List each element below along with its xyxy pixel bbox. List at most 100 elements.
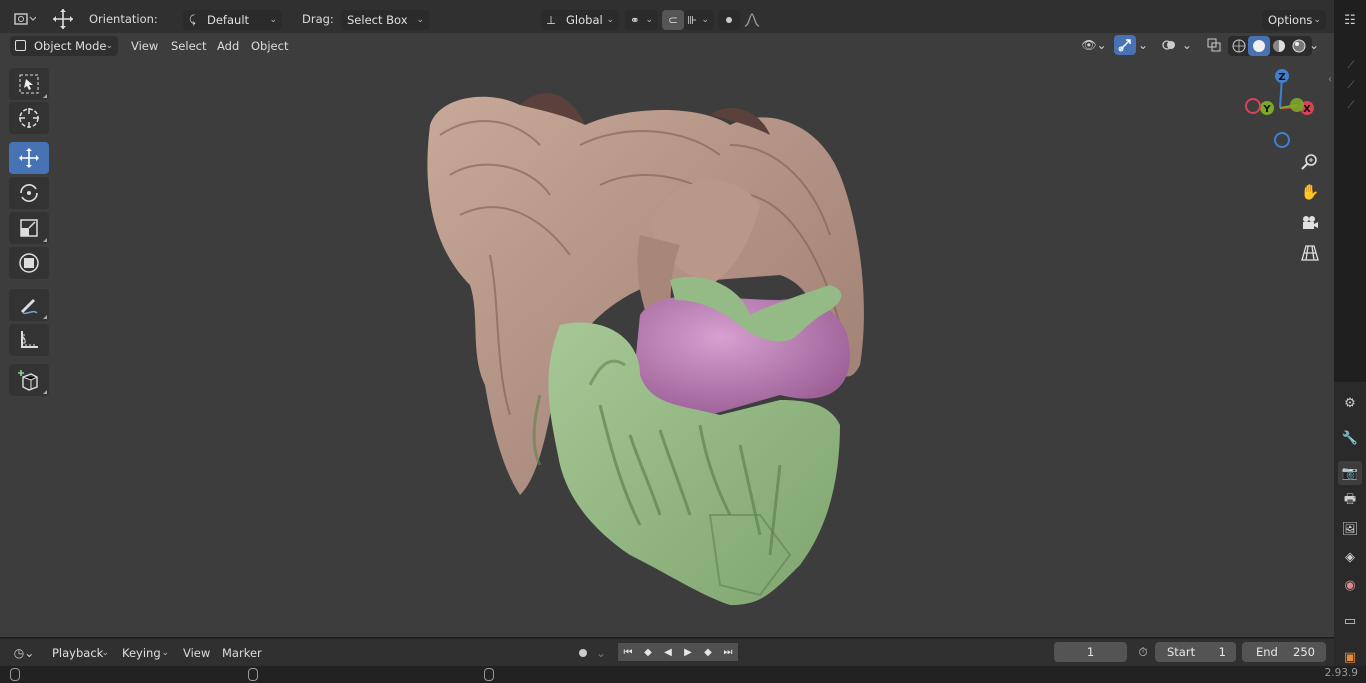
menu-object[interactable]: Object — [245, 36, 294, 56]
measure-tool[interactable] — [9, 324, 49, 356]
chevron-down-icon[interactable]: ⌄ — [594, 643, 608, 663]
playback-label: Playback — [52, 646, 104, 660]
move-tool[interactable] — [9, 142, 49, 174]
chevron-down-icon: ⌄ — [269, 15, 277, 25]
mouse-right-icon — [484, 668, 494, 681]
snap-icon: ⊪ — [687, 13, 698, 27]
perspective-grid-icon[interactable] — [1296, 239, 1324, 267]
start-frame-field[interactable]: Start 1 — [1155, 642, 1236, 662]
collection-icon[interactable]: ▭ — [1338, 609, 1362, 633]
menu-select[interactable]: Select — [165, 36, 212, 56]
next-keyframe-icon[interactable]: ◆ — [698, 643, 718, 661]
global-axis-icon: ⊥ — [546, 13, 557, 27]
transform-orientation-dropdown[interactable]: ⊥ Global ⌄ — [541, 10, 619, 30]
chevron-down-icon[interactable]: ⌄ — [1180, 35, 1194, 55]
viewport-header: Object Mode ⌄ View Select Add Object 👁⌄ … — [0, 33, 1334, 58]
keying-menu[interactable]: Keying ⌄ — [116, 643, 174, 663]
y-axis-label: Y — [1262, 104, 1271, 115]
scene-properties-icon[interactable]: ◈ — [1338, 545, 1362, 569]
gizmo-toggle-icon[interactable] — [1114, 35, 1136, 55]
mode-value: Object Mode — [34, 39, 107, 53]
transform-tool[interactable] — [9, 247, 49, 279]
xray-toggle-icon[interactable] — [1203, 35, 1225, 55]
pin-icon[interactable]: ⟋ — [1336, 76, 1366, 96]
navigation-gizmo[interactable]: Z X Y — [1240, 63, 1325, 153]
mode-dropdown[interactable]: Object Mode ⌄ — [10, 36, 118, 56]
link-icon: ⚭ — [630, 13, 640, 27]
jump-end-icon[interactable]: ⏭ — [718, 643, 738, 661]
pin-icon[interactable]: ⟋ — [1336, 56, 1366, 76]
start-value: 1 — [1218, 645, 1226, 659]
transform-space-value: Global — [566, 13, 603, 27]
wireframe-shading-icon[interactable] — [1228, 36, 1250, 56]
chevron-down-icon: ⌄ — [701, 15, 709, 25]
timeline-editor-icon[interactable]: ◷⌄ — [8, 643, 40, 663]
play-reverse-icon[interactable]: ◀ — [658, 643, 678, 661]
move-tool-icon[interactable] — [50, 7, 76, 31]
pan-hand-icon[interactable]: ✋ — [1296, 178, 1324, 206]
mouse-left-icon — [10, 668, 20, 681]
rotate-tool[interactable] — [9, 177, 49, 209]
stopwatch-icon[interactable]: ⏱ — [1132, 642, 1154, 662]
pivot-dropdown[interactable]: ⚭ ⌄ — [625, 10, 658, 30]
z-axis-label: Z — [1278, 72, 1285, 83]
proportional-edit-icon[interactable] — [718, 10, 740, 30]
end-value: 250 — [1293, 645, 1315, 659]
outliner-icon[interactable]: ☷ — [1338, 8, 1362, 32]
orientation-label: Orientation: — [89, 12, 158, 26]
snap-target-dropdown[interactable]: ⊪ ⌄ — [684, 10, 714, 30]
chevron-down-icon[interactable]: ⌄ — [1306, 35, 1322, 55]
play-icon[interactable]: ▶ — [678, 643, 698, 661]
render-properties-icon[interactable]: 📷 — [1338, 461, 1362, 485]
camera-icon[interactable] — [1296, 209, 1324, 237]
add-cube-tool[interactable] — [9, 364, 49, 396]
scale-tool[interactable] — [9, 212, 49, 244]
end-label: End — [1256, 645, 1278, 659]
orientation-dropdown[interactable]: ⤹ Default ⌄ — [183, 10, 282, 30]
prev-keyframe-icon[interactable]: ◆ — [638, 643, 658, 661]
falloff-curve-icon[interactable] — [741, 10, 763, 30]
solid-shading-icon[interactable] — [1248, 36, 1270, 56]
world-properties-icon[interactable]: ◉ — [1338, 573, 1362, 597]
timeline-menu-marker[interactable]: Marker — [216, 643, 268, 663]
start-label: Start — [1167, 645, 1196, 659]
end-frame-field[interactable]: End 250 — [1242, 642, 1326, 662]
menu-view[interactable]: View — [125, 36, 164, 56]
mouse-middle-icon — [248, 668, 258, 681]
cursor-tool[interactable] — [9, 102, 49, 134]
visibility-eye-icon[interactable]: 👁⌄ — [1078, 35, 1110, 55]
head-model[interactable] — [400, 85, 890, 615]
playback-menu[interactable]: Playback ⌄ — [46, 643, 114, 663]
chevron-down-icon[interactable]: ⌄ — [1136, 35, 1150, 55]
object-mode-icon — [15, 40, 26, 51]
tool-settings-icon[interactable]: 🔧 — [1338, 426, 1362, 450]
output-properties-icon[interactable]: 🖶 — [1338, 489, 1362, 513]
tool-settings-header: Orientation: ⤹ Default ⌄ Drag: Select Bo… — [0, 0, 1334, 33]
material-shading-icon[interactable] — [1268, 36, 1290, 56]
current-frame-field[interactable]: 1 — [1054, 642, 1127, 662]
drag-value: Select Box — [347, 13, 408, 27]
annotate-tool[interactable] — [9, 289, 49, 321]
options-dropdown[interactable]: Options ⌄ — [1262, 10, 1326, 30]
menu-add[interactable]: Add — [211, 36, 245, 56]
zoom-icon[interactable] — [1296, 148, 1324, 176]
autokey-record-icon[interactable] — [572, 643, 594, 663]
jump-start-icon[interactable]: ⏮ — [618, 643, 638, 661]
timeline-menu-view[interactable]: View — [177, 643, 216, 663]
chevron-down-icon: ⌄ — [101, 648, 109, 658]
pin-icon[interactable]: ⟋ — [1336, 96, 1366, 116]
chevron-down-icon: ⌄ — [606, 15, 614, 25]
select-box-tool[interactable] — [9, 68, 49, 100]
snap-toggle-icon[interactable]: ⊂ — [662, 10, 684, 30]
status-bar: 2.93.9 — [0, 666, 1366, 683]
chevron-down-icon: ⌄ — [645, 15, 653, 25]
properties-toggle-icon[interactable]: ⚙ — [1338, 391, 1362, 415]
chevron-down-icon: ⌄ — [161, 648, 169, 658]
view-layer-icon[interactable]: 🖼 — [1338, 517, 1362, 541]
chevron-down-icon: ⌄ — [1313, 15, 1321, 25]
editor-type-icon[interactable] — [10, 9, 40, 29]
chevron-down-icon: ⌄ — [105, 41, 113, 51]
drag-dropdown[interactable]: Select Box ⌄ — [341, 10, 429, 30]
sidebar-collapse-icon[interactable]: ‹ — [1328, 74, 1332, 85]
overlays-icon[interactable] — [1158, 35, 1180, 55]
